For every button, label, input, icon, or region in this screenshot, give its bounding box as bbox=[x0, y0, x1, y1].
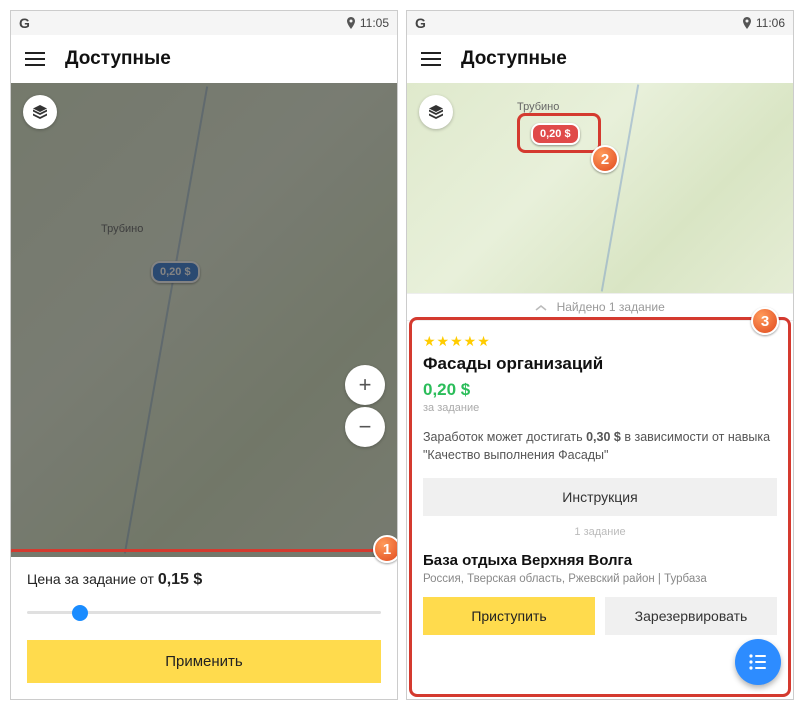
price-slider[interactable] bbox=[27, 611, 381, 614]
zoom-in-button[interactable]: + bbox=[345, 365, 385, 405]
task-title: Фасады организаций bbox=[423, 354, 777, 374]
app-bar: Доступные bbox=[11, 35, 397, 83]
menu-icon[interactable] bbox=[421, 52, 441, 66]
task-price: 0,20 $ bbox=[423, 380, 777, 400]
rating-stars: ★★★★★ bbox=[423, 333, 777, 350]
location-icon bbox=[346, 17, 356, 29]
reserve-button[interactable]: Зарезервировать bbox=[605, 597, 777, 635]
chevron-up-icon bbox=[535, 304, 547, 312]
task-count-label: 1 задание bbox=[423, 516, 777, 548]
place-subtitle: Россия, Тверская область, Ржевский район… bbox=[423, 573, 777, 585]
map-town-label: Трубино bbox=[517, 101, 559, 113]
task-price-per: за задание bbox=[423, 402, 777, 414]
start-button[interactable]: Приступить bbox=[423, 597, 595, 635]
status-bar: G 11:06 bbox=[407, 11, 793, 35]
page-title: Доступные bbox=[65, 48, 171, 70]
location-icon bbox=[742, 17, 752, 29]
map[interactable]: Трубино 0,20 $ 2 bbox=[407, 83, 793, 293]
map-price-pin[interactable]: 0,20 $ bbox=[531, 123, 580, 145]
menu-icon[interactable] bbox=[25, 52, 45, 66]
layers-icon bbox=[428, 104, 444, 120]
slider-thumb[interactable] bbox=[72, 605, 88, 621]
status-bar: G 11:05 bbox=[11, 11, 397, 35]
app-bar: Доступные bbox=[407, 35, 793, 83]
layers-button[interactable] bbox=[419, 95, 453, 129]
phone-left: G 11:05 Доступные Трубино 0,20 $ + bbox=[10, 10, 398, 700]
zoom-controls: + − bbox=[345, 365, 385, 447]
found-count-bar: Найдено 1 задание bbox=[407, 293, 793, 321]
instruction-button[interactable]: Инструкция bbox=[423, 478, 777, 516]
clock-time: 11:05 bbox=[360, 16, 389, 30]
task-description: Заработок может достигать 0,30 $ в завис… bbox=[423, 428, 777, 464]
price-filter-label: Цена за задание от 0,15 $ bbox=[27, 571, 381, 589]
filter-sheet: Цена за задание от 0,15 $ Применить 1 bbox=[11, 557, 397, 699]
fab-list-button[interactable] bbox=[735, 639, 781, 685]
clock-time: 11:06 bbox=[756, 16, 785, 30]
map[interactable]: Трубино 0,20 $ + − bbox=[11, 83, 397, 557]
phone-right: G 11:06 Доступные Трубино 0,20 $ 2 bbox=[406, 10, 794, 700]
os-badge: G bbox=[415, 15, 426, 31]
layers-button[interactable] bbox=[23, 95, 57, 129]
layers-icon bbox=[32, 104, 48, 120]
page-title: Доступные bbox=[461, 48, 567, 70]
zoom-out-button[interactable]: − bbox=[345, 407, 385, 447]
task-card: ★★★★★ Фасады организаций 0,20 $ за задан… bbox=[407, 321, 793, 651]
apply-button[interactable]: Применить bbox=[27, 640, 381, 683]
place-title: База отдыха Верхняя Волга bbox=[423, 552, 777, 569]
os-badge: G bbox=[19, 15, 30, 31]
list-icon bbox=[748, 654, 768, 670]
